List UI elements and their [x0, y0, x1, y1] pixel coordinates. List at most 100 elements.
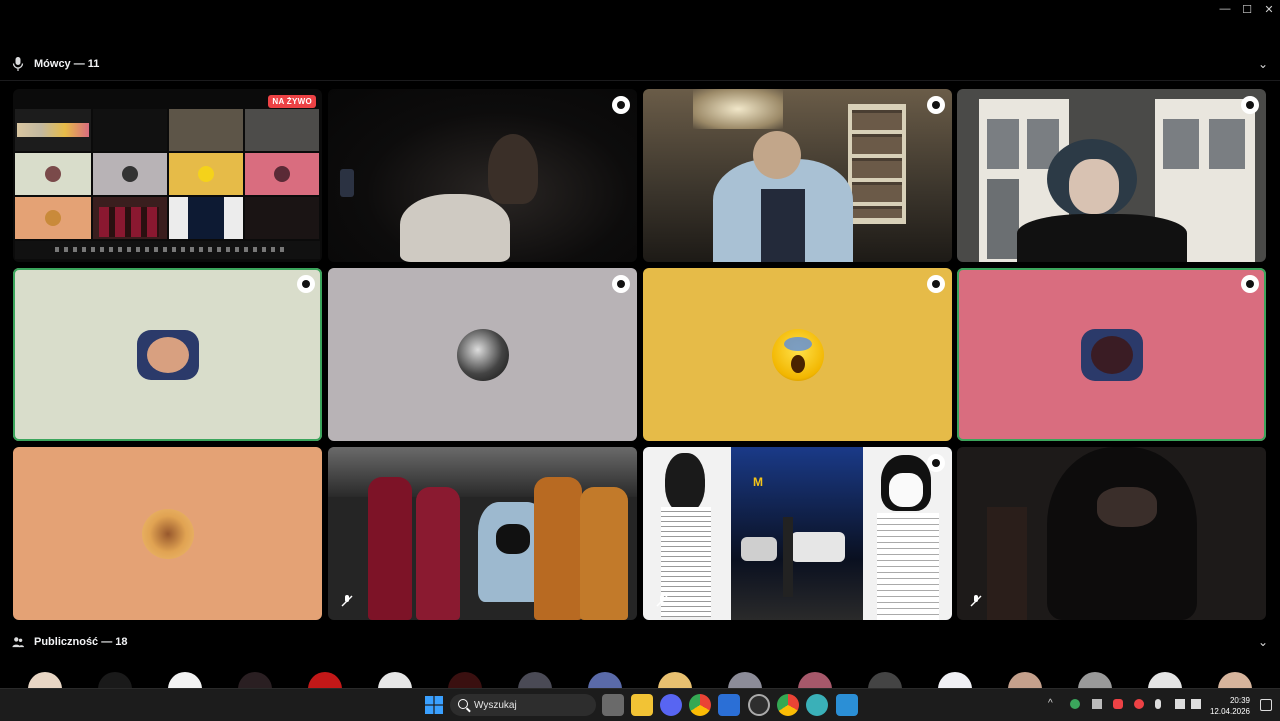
search-icon: [458, 699, 468, 709]
notification-icon[interactable]: [1260, 699, 1272, 711]
avatar[interactable]: [378, 672, 412, 688]
search-placeholder: Wyszukaj: [474, 699, 517, 711]
thumbnail-avatar: [169, 153, 243, 195]
avatar[interactable]: [1148, 672, 1182, 688]
avatar[interactable]: [868, 672, 902, 688]
chevron-down-icon[interactable]: ⌄: [1258, 57, 1268, 71]
audience-count-label: Publiczność — 18: [34, 636, 128, 648]
network-icon[interactable]: [1175, 699, 1185, 709]
window-controls: — ☐ ✕: [1214, 0, 1280, 18]
time-label: 20:39: [1229, 696, 1250, 705]
divider: [0, 80, 1280, 81]
manga-panel-right: [863, 447, 952, 620]
avatar[interactable]: [1218, 672, 1252, 688]
tray-chevron-up-icon[interactable]: ^: [1048, 698, 1053, 709]
tray-app-icon[interactable]: [1113, 699, 1123, 709]
avatar[interactable]: [1008, 672, 1042, 688]
live-badge: NA ŻYWO: [268, 95, 316, 108]
avatar[interactable]: [448, 672, 482, 688]
thumbnail-avatar: [15, 197, 91, 239]
speakers-header[interactable]: Mówcy — 11 ⌄: [0, 52, 1280, 76]
avatar[interactable]: [238, 672, 272, 688]
thumbnail-camera: [169, 197, 243, 239]
avatar: [1080, 328, 1143, 381]
lamp-glow: [693, 89, 783, 129]
muted-microphone-icon: [656, 595, 668, 607]
camera-tile-dark-room[interactable]: [328, 89, 637, 262]
microphone-icon[interactable]: [1155, 699, 1161, 709]
thumbnail-camera: [245, 197, 319, 239]
avatar: [141, 508, 194, 559]
task-view-icon[interactable]: [602, 694, 624, 716]
camera-tile-masked[interactable]: [957, 447, 1266, 620]
bottle: [368, 477, 412, 620]
avatar[interactable]: [518, 672, 552, 688]
avatar[interactable]: [658, 672, 692, 688]
moderator-badge-icon: [927, 275, 945, 293]
moderator-badge-icon: [927, 454, 945, 472]
app-icon[interactable]: [718, 694, 740, 716]
minimize-button[interactable]: —: [1214, 0, 1236, 18]
avatar-tile-gray[interactable]: [328, 268, 637, 441]
avatar-tile-yellow[interactable]: [643, 268, 952, 441]
tray-app-icon[interactable]: [1134, 699, 1144, 709]
camera-tile-bottles[interactable]: [328, 447, 637, 620]
avatar: [136, 329, 199, 380]
chrome-icon[interactable]: [689, 694, 711, 716]
file-explorer-icon[interactable]: [631, 694, 653, 716]
screen-share-tile[interactable]: NA ŻYWO: [13, 89, 322, 262]
avatar[interactable]: [28, 672, 62, 688]
thumbnail-camera: [93, 109, 167, 151]
windows-taskbar: Wyszukaj ^ 20:39 12.04.2026: [0, 688, 1280, 721]
avatar-tile-pink[interactable]: [957, 268, 1266, 441]
person-silhouette: [488, 134, 538, 204]
camera-tile-bookshelf[interactable]: [643, 89, 952, 262]
edge-icon[interactable]: [806, 694, 828, 716]
notepad-icon[interactable]: [836, 694, 858, 716]
muted-microphone-icon: [341, 595, 353, 607]
camera-tile-window[interactable]: [957, 89, 1266, 262]
windows-start-icon[interactable]: [425, 696, 443, 714]
avatar[interactable]: [168, 672, 202, 688]
maximize-button[interactable]: ☐: [1236, 0, 1258, 18]
tray-app-icon[interactable]: [1092, 699, 1102, 709]
volume-icon[interactable]: [1191, 699, 1201, 709]
avatar[interactable]: [938, 672, 972, 688]
avatar[interactable]: [588, 672, 622, 688]
tray-app-icon[interactable]: [1070, 699, 1080, 709]
avatar-tile-beige[interactable]: [13, 268, 322, 441]
camera-tile-manga[interactable]: M: [643, 447, 952, 620]
close-button[interactable]: ✕: [1258, 0, 1280, 18]
muted-microphone-icon: [970, 595, 982, 607]
avatar[interactable]: [1078, 672, 1112, 688]
avatar[interactable]: [798, 672, 832, 688]
moderator-badge-icon: [612, 275, 630, 293]
thumbnail-camera: [245, 109, 319, 151]
chrome-icon[interactable]: [777, 694, 799, 716]
taskbar-search[interactable]: Wyszukaj: [450, 694, 596, 716]
chevron-down-icon[interactable]: ⌄: [1258, 635, 1268, 649]
person-body: [1017, 214, 1187, 262]
microphone-icon: [12, 57, 24, 71]
avatar-tile-orange[interactable]: [13, 447, 322, 620]
thumbnail-camera: [93, 197, 167, 239]
moderator-badge-icon: [927, 96, 945, 114]
avatar[interactable]: [728, 672, 762, 688]
avatar[interactable]: [308, 672, 342, 688]
bottle: [416, 487, 460, 620]
night-photo: M: [731, 447, 863, 620]
thumbnail-avatar: [93, 153, 167, 195]
steam-icon[interactable]: [748, 694, 770, 716]
bottle-object: [340, 169, 354, 197]
speakers-count-label: Mówcy — 11: [34, 58, 100, 70]
date-label: 12.04.2026: [1209, 707, 1250, 716]
moderator-badge-icon: [1241, 96, 1259, 114]
taskbar-clock[interactable]: 20:39 12.04.2026: [1210, 695, 1250, 717]
moderator-badge-icon: [297, 275, 315, 293]
discord-icon[interactable]: [660, 694, 682, 716]
white-hood: [400, 194, 510, 262]
people-icon: [12, 637, 24, 648]
avatar[interactable]: [98, 672, 132, 688]
moderator-badge-icon: [1241, 275, 1259, 293]
audience-header[interactable]: Publiczność — 18 ⌄: [0, 630, 1280, 654]
